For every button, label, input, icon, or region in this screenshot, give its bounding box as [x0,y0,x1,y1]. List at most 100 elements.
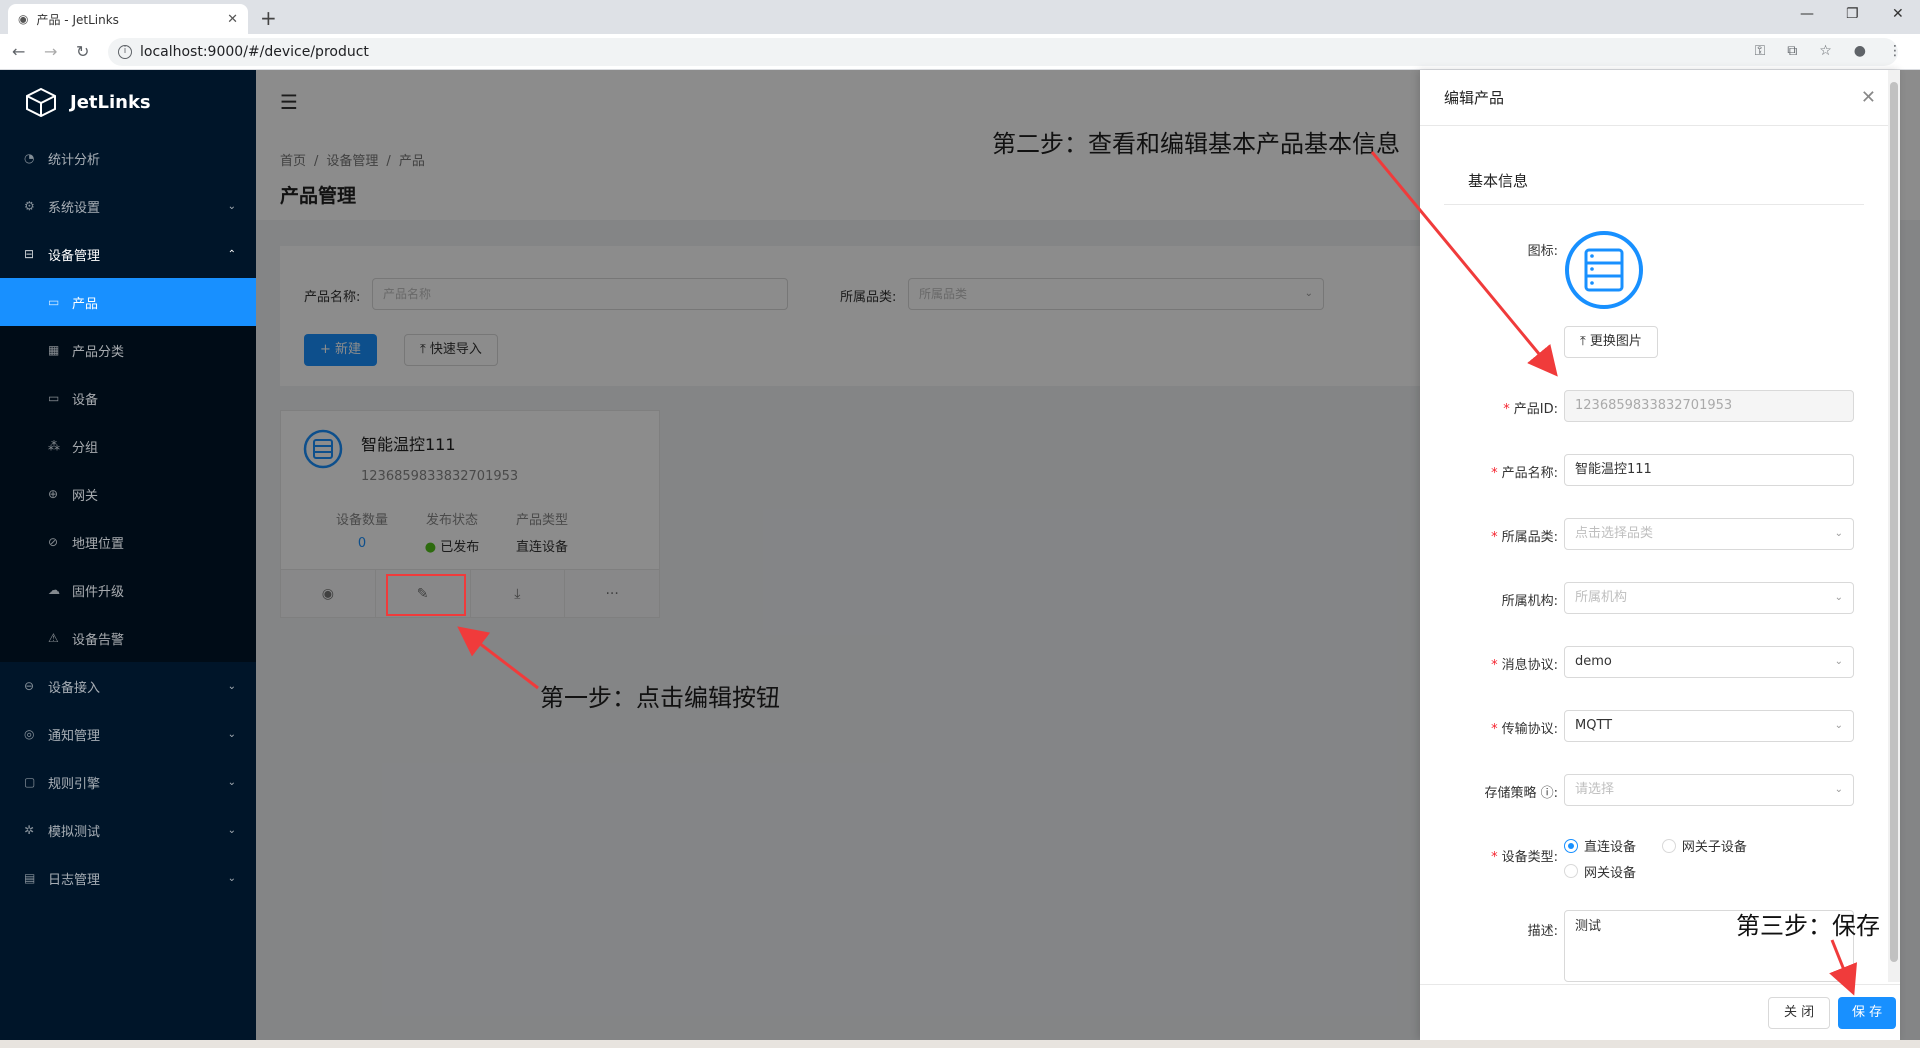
menu-item-stats[interactable]: ◔ 统计分析 [0,134,256,182]
menu-label: 日志管理 [48,872,101,888]
setting-icon: ⚙ [24,199,35,213]
menu-label: 设备告警 [72,632,125,648]
menu-item-location[interactable]: ⊘ 地理位置 [0,518,256,566]
org-select[interactable]: 所属机构 ⌄ [1564,582,1854,614]
radio-icon [1661,838,1676,853]
menu-item-group[interactable]: ⁂ 分组 [0,422,256,470]
menu-item-simulate[interactable]: ✲ 模拟测试 ⌄ [0,806,256,854]
menu-item-firmware[interactable]: ☁ 固件升级 [0,566,256,614]
close-window-icon[interactable]: ✕ [1892,6,1904,22]
message-protocol-select[interactable]: demo ⌄ [1564,646,1854,678]
menu-item-device[interactable]: ▭ 设备 [0,374,256,422]
menu-item-category[interactable]: ▦ 产品分类 [0,326,256,374]
label-text: 产品ID: [1513,402,1558,417]
org-label: 所属机构: [1501,594,1558,609]
radio-gateway-child[interactable]: 网关子设备 [1661,836,1747,855]
menu-item-notify[interactable]: ◎ 通知管理 ⌄ [0,710,256,758]
message-protocol-value: demo [1575,654,1612,669]
alert-icon: ⚠ [48,631,59,645]
close-button[interactable]: 关 闭 [1768,997,1831,1029]
menu-item-rule[interactable]: ▢ 规则引擎 ⌄ [0,758,256,806]
restore-icon[interactable]: ❐ [1846,6,1859,22]
device-icon: ⊟ [24,247,35,261]
kebab-menu-icon[interactable]: ⋮ [1888,43,1902,59]
back-icon[interactable]: ← [12,42,25,61]
key-icon[interactable]: ⚿ [1755,43,1766,59]
menu-item-alarm[interactable]: ⚠ 设备告警 [0,614,256,662]
close-icon[interactable]: ✕ [1861,87,1876,108]
minimize-icon[interactable]: — [1800,6,1814,22]
menu-item-system[interactable]: ⚙ 系统设置 ⌄ [0,182,256,230]
category-label: * 所属品类: [1491,530,1558,545]
logo-icon [26,87,56,117]
radio-icon [1564,864,1578,878]
radio-direct[interactable]: 直连设备 [1564,836,1636,855]
transport-protocol-select[interactable]: MQTT ⌄ [1564,710,1854,742]
section-divider [1444,204,1864,205]
menu-label: 网关 [72,488,99,504]
menu-label: 地理位置 [72,536,125,552]
radio-checked-icon [1564,838,1578,853]
address-bar[interactable]: i localhost:9000/#/device/product [108,38,1898,66]
category-select[interactable]: 点击选择品类 ⌄ [1564,518,1854,550]
browser-tab[interactable]: ◉ 产品 - JetLinks ✕ [8,4,248,34]
save-button[interactable]: 保 存 [1838,997,1897,1029]
menu-label: 产品 [72,296,99,312]
profile-icon[interactable]: ● [1854,43,1866,59]
star-icon[interactable]: ☆ [1819,43,1832,59]
drawer-scrollbar[interactable] [1888,70,1900,982]
edit-product-drawer: 编辑产品 ✕ 基本信息 图标: ⤒ 更换图片 * 产品ID: 1236859833… [1420,70,1900,1040]
close-tab-icon[interactable]: ✕ [227,12,238,27]
tab-title: 产品 - JetLinks [36,12,119,27]
dashboard-icon: ◔ [24,151,35,165]
reload-icon[interactable]: ↻ [76,42,89,61]
chevron-down-icon: ⌄ [227,776,236,788]
change-image-button[interactable]: ⤒ 更换图片 [1564,326,1658,358]
menu-label: 系统设置 [48,200,101,216]
upload-icon: ⤒ [1580,334,1590,349]
icon-label: 图标: [1527,244,1558,259]
menu-item-gateway[interactable]: ⊕ 网关 [0,470,256,518]
chevron-down-icon: ⌄ [227,680,236,692]
menu-item-product[interactable]: ▭ 产品 [0,278,256,326]
radio-gateway[interactable]: 网关设备 [1564,862,1636,881]
change-image-label: 更换图片 [1589,334,1642,349]
menu-label: 规则引擎 [48,776,101,792]
transport-protocol-value: MQTT [1575,718,1613,733]
bug-icon: ✲ [24,823,35,837]
menu-item-device-mgmt[interactable]: ⊟ 设备管理 ⌃ [0,230,256,278]
label-text: 设备类型: [1501,850,1558,865]
product-name-input[interactable]: 智能温控111 [1564,454,1854,486]
product-icon-large[interactable] [1564,230,1644,310]
new-tab-button[interactable]: + [260,6,277,30]
category-placeholder: 点击选择品类 [1575,526,1654,541]
storage-policy-select[interactable]: 请选择 ⌄ [1564,774,1854,806]
brand-name: JetLinks [70,91,151,113]
menu-item-access[interactable]: ⊖ 设备接入 ⌄ [0,662,256,710]
brand[interactable]: JetLinks [0,70,256,134]
product-id-input: 1236859833832701953 [1564,390,1854,422]
label-text: 传输协议: [1501,722,1558,737]
chevron-down-icon: ⌄ [227,872,236,884]
scrollbar-thumb[interactable] [1890,82,1898,962]
storage-placeholder: 请选择 [1575,782,1615,797]
product-id-label: * 产品ID: [1503,402,1558,417]
question-circle-icon[interactable]: ⓘ [1541,786,1554,801]
step3-annotation: 第三步：保存 [1736,912,1880,940]
chevron-down-icon: ⌄ [227,824,236,836]
radio-label: 网关子设备 [1681,840,1747,855]
menu-label: 通知管理 [48,728,101,744]
drawer-header: 编辑产品 ✕ [1420,70,1900,126]
sidebar: JetLinks ◔ 统计分析 ⚙ 系统设置 ⌄ ⊟ 设备管理 ⌃ ▭ 产品 ▦ 产品分类 ▭… [0,70,256,1040]
taskbar [0,1040,1920,1048]
menu-item-log[interactable]: ▤ 日志管理 ⌄ [0,854,256,902]
translate-icon[interactable]: ⧉ [1787,43,1797,59]
browser-tabbar: ◉ 产品 - JetLinks ✕ + — ❐ ✕ [0,0,1920,34]
info-icon[interactable]: i [118,45,132,59]
forward-icon[interactable]: → [44,42,57,61]
edit-highlight-box [386,574,466,616]
chevron-down-icon: ⌄ [1834,528,1843,539]
cluster-icon: ⁂ [48,439,60,453]
menu-label: 设备接入 [48,680,101,696]
menu-label: 固件升级 [72,584,125,600]
